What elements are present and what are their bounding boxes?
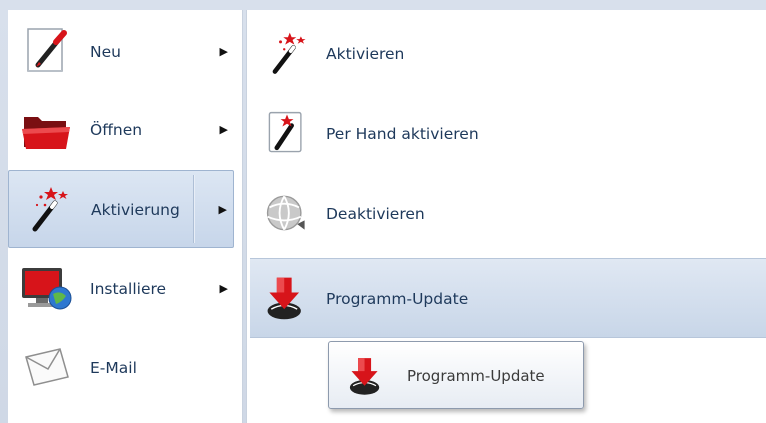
submenu-item-label: Per Hand aktivieren (326, 125, 479, 143)
submenu-item-label: Programm-Update (326, 290, 469, 308)
menu-item-oeffnen[interactable]: Öffnen ▶ (8, 91, 234, 169)
submenu-item-per-hand-aktivieren[interactable]: Per Hand aktivieren (250, 94, 766, 174)
program-update-icon (345, 352, 389, 400)
submenu-item-label: Aktivieren (326, 45, 405, 63)
submenu-item-deaktivieren[interactable]: Deaktivieren (250, 174, 766, 254)
submenu-arrow-icon[interactable]: ▶ (219, 171, 227, 249)
tooltip: Programm-Update (328, 341, 584, 409)
tooltip-label: Programm-Update (407, 367, 545, 385)
new-document-icon (20, 25, 74, 77)
manual-activate-icon (262, 108, 312, 158)
menu-item-label: Installiere (90, 280, 167, 298)
menu-window: Neu ▶ Öffnen ▶ Aktivierung ▶ Installiere… (0, 0, 766, 423)
menu-item-aktivierung[interactable]: Aktivierung ▶ (8, 170, 234, 248)
menu-item-email[interactable]: E-Mail (8, 329, 234, 407)
menu-item-label: Aktivierung (91, 201, 180, 219)
email-envelope-icon (20, 341, 74, 393)
magic-wand-icon (262, 28, 312, 78)
submenu-arrow-icon: ▶ (219, 282, 228, 295)
program-update-icon (262, 273, 312, 323)
submenu-arrow-icon: ▶ (219, 123, 228, 136)
install-monitor-icon (20, 262, 74, 314)
menu-item-installiere[interactable]: Installiere ▶ (8, 250, 234, 328)
menu-item-label: Neu (90, 43, 121, 61)
folder-open-icon (20, 103, 74, 155)
submenu-item-programm-update[interactable]: Programm-Update (250, 258, 766, 338)
magic-wand-icon (21, 183, 75, 235)
submenu-item-aktivieren[interactable]: Aktivieren (250, 14, 766, 94)
split-divider (193, 175, 195, 243)
menu-item-label: Öffnen (90, 121, 143, 139)
submenu-arrow-icon: ▶ (219, 45, 228, 58)
submenu-item-label: Deaktivieren (326, 205, 425, 223)
menu-item-label: E-Mail (90, 359, 137, 377)
deactivate-globe-icon (262, 188, 312, 238)
menu-item-neu[interactable]: Neu ▶ (8, 13, 234, 91)
